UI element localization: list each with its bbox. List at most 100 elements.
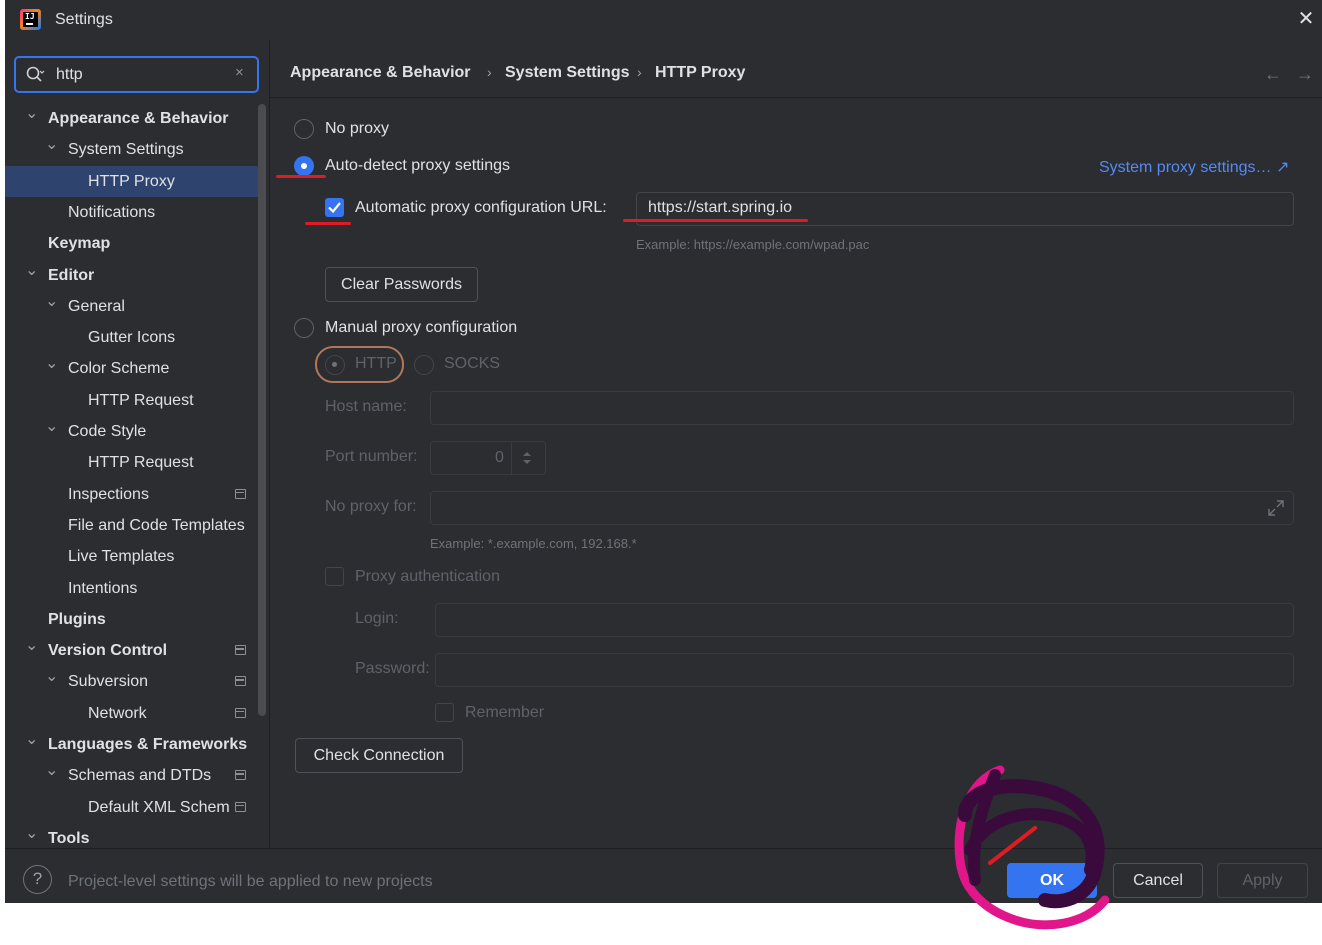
project-level-note: Project-level settings will be applied t…: [68, 873, 433, 890]
sidebar-item-label: Intentions: [68, 579, 138, 597]
close-icon[interactable]: ✕: [1295, 8, 1317, 30]
sidebar-item-label: Code Style: [68, 423, 147, 440]
settings-window: IJ Settings ✕ × ⌄Appearance & Behavior⌄S…: [5, 0, 1322, 903]
host-name-field[interactable]: [430, 391, 1294, 425]
no-proxy-radio[interactable]: [294, 119, 314, 139]
check-connection-button[interactable]: Check Connection: [295, 738, 463, 773]
proxy-auth-checkbox[interactable]: [325, 567, 344, 586]
sidebar-item-label: Default XML Schem: [88, 798, 230, 816]
login-label: Login:: [355, 610, 399, 627]
chevron-down-icon[interactable]: ⌄: [45, 286, 58, 317]
no-proxy-for-field[interactable]: [430, 491, 1294, 525]
sidebar-item-color-scheme[interactable]: ⌄ Color Scheme: [5, 353, 269, 384]
sidebar-item-label: Version Control: [48, 642, 168, 660]
clear-search-icon[interactable]: ×: [235, 64, 244, 81]
breadcrumb-item-appearance[interactable]: Appearance & Behavior: [290, 64, 471, 82]
sidebar-item-label: HTTP Request: [88, 391, 194, 409]
password-field[interactable]: [435, 653, 1294, 687]
sidebar-item-code-style[interactable]: ⌄ Code Style: [5, 416, 269, 447]
auto-url-value: https://start.spring.io: [648, 199, 793, 216]
host-name-label: Host name:: [325, 398, 407, 415]
chevron-down-icon[interactable]: ⌄: [25, 255, 38, 286]
sidebar-item-label: Color Scheme: [68, 360, 170, 378]
breadcrumb-separator: ›: [637, 64, 642, 80]
project-level-icon: [235, 770, 246, 781]
sidebar-item-network[interactable]: Network: [5, 698, 269, 729]
sidebar-item-general[interactable]: ⌄ General: [5, 291, 269, 322]
chevron-down-icon[interactable]: ⌄: [45, 661, 58, 692]
socks-label: SOCKS: [444, 355, 501, 372]
search-box[interactable]: ×: [14, 56, 259, 93]
no-proxy-label: No proxy: [325, 120, 390, 137]
settings-sidebar: × ⌄Appearance & Behavior⌄System Settings…: [5, 40, 269, 848]
auto-url-example: Example: https://example.com/wpad.pac: [636, 237, 870, 252]
breadcrumb: Appearance & Behavior › System Settings …: [270, 40, 1322, 98]
clear-passwords-button[interactable]: Clear Passwords: [325, 267, 478, 302]
sidebar-item-notifications[interactable]: Notifications: [5, 197, 269, 228]
remember-label: Remember: [465, 704, 545, 721]
sidebar-item-label: Gutter Icons: [88, 329, 176, 347]
no-proxy-example: Example: *.example.com, 192.168.*: [430, 536, 637, 551]
sidebar-item-file-and-code-templates[interactable]: File and Code Templates: [5, 510, 269, 541]
sidebar-item-plugins[interactable]: Plugins: [5, 604, 269, 635]
sidebar-item-label: Live Templates: [68, 548, 175, 566]
annotation-underline: [623, 219, 808, 222]
chevron-down-icon[interactable]: ⌄: [45, 129, 58, 160]
search-input[interactable]: [56, 65, 226, 85]
stepper-arrows-icon[interactable]: [520, 450, 534, 466]
http-radio[interactable]: [325, 355, 345, 375]
back-arrow-icon[interactable]: ←: [1264, 64, 1282, 85]
chevron-down-icon[interactable]: ⌄: [45, 348, 58, 379]
project-level-icon: [235, 645, 246, 656]
dialog-footer: ? Project-level settings will be applied…: [5, 848, 1322, 903]
sidebar-item-schemas-and-dtds[interactable]: ⌄ Schemas and DTDs: [5, 760, 269, 791]
sidebar-item-http-request[interactable]: HTTP Request: [5, 447, 269, 478]
sidebar-item-intentions[interactable]: Intentions: [5, 573, 269, 604]
breadcrumb-item-system-settings[interactable]: System Settings: [505, 64, 629, 82]
sidebar-item-keymap[interactable]: Keymap: [5, 228, 269, 259]
auto-url-label: Automatic proxy configuration URL:: [355, 199, 607, 216]
window-title: Settings: [55, 11, 113, 28]
main-panel: Appearance & Behavior › System Settings …: [270, 40, 1322, 848]
sidebar-item-http-proxy[interactable]: HTTP Proxy: [5, 165, 263, 197]
chevron-down-icon[interactable]: ⌄: [45, 755, 58, 786]
auto-detect-label: Auto-detect proxy settings: [325, 157, 510, 174]
title-bar: IJ Settings ✕: [5, 0, 1322, 40]
ok-button[interactable]: OK: [1007, 863, 1097, 898]
remember-checkbox[interactable]: [435, 703, 454, 722]
auto-detect-radio[interactable]: [294, 156, 314, 176]
annotation-underline: [305, 222, 351, 225]
socks-radio[interactable]: [414, 355, 434, 375]
sidebar-item-label: System Settings: [68, 141, 184, 159]
login-field[interactable]: [435, 603, 1294, 637]
sidebar-item-default-xml-schem[interactable]: Default XML Schem: [5, 792, 269, 823]
chevron-down-icon[interactable]: ⌄: [25, 724, 38, 755]
forward-arrow-icon[interactable]: →: [1296, 64, 1314, 85]
sidebar-item-label: Network: [88, 704, 147, 722]
sidebar-item-label: General: [68, 297, 125, 315]
intellij-logo-icon: IJ: [20, 9, 41, 30]
chevron-down-icon[interactable]: ⌄: [25, 818, 38, 849]
sidebar-item-inspections[interactable]: Inspections: [5, 479, 269, 510]
system-proxy-settings-link[interactable]: System proxy settings… ↗: [1099, 157, 1289, 177]
sidebar-item-label: Notifications: [68, 203, 156, 221]
password-label: Password:: [355, 660, 430, 677]
stepper-divider: [511, 442, 512, 474]
manual-proxy-label: Manual proxy configuration: [325, 319, 518, 336]
sidebar-scrollbar[interactable]: [258, 104, 266, 716]
breadcrumb-item-http-proxy: HTTP Proxy: [655, 64, 746, 81]
sidebar-item-live-templates[interactable]: Live Templates: [5, 541, 269, 572]
apply-button[interactable]: Apply: [1217, 863, 1308, 898]
cancel-button[interactable]: Cancel: [1113, 863, 1203, 898]
chevron-down-icon[interactable]: ⌄: [25, 98, 38, 129]
chevron-down-icon[interactable]: ⌄: [25, 630, 38, 661]
port-number-stepper[interactable]: 0: [430, 441, 546, 475]
sidebar-item-system-settings[interactable]: ⌄ System Settings: [5, 134, 269, 165]
chevron-down-icon[interactable]: ⌄: [45, 411, 58, 442]
expand-icon[interactable]: [1267, 499, 1285, 517]
manual-proxy-radio[interactable]: [294, 318, 314, 338]
help-icon[interactable]: ?: [23, 865, 52, 894]
sidebar-item-label: Inspections: [68, 485, 149, 503]
sidebar-item-subversion[interactable]: ⌄ Subversion: [5, 666, 269, 697]
auto-url-checkbox[interactable]: [325, 198, 344, 217]
